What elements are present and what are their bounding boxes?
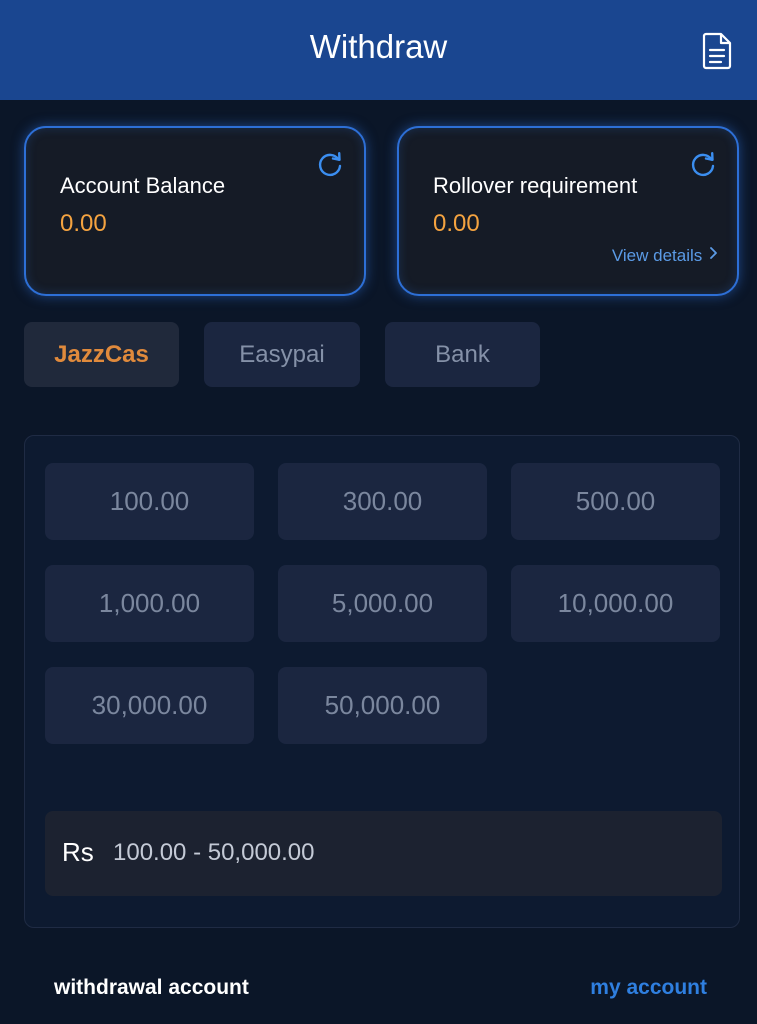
view-details-label: View details bbox=[611, 246, 703, 265]
view-details-link[interactable]: View details bbox=[612, 246, 719, 266]
tab-jazzcash[interactable]: JazzCas bbox=[24, 322, 179, 387]
amount-option-30000[interactable]: 30,000.00 bbox=[45, 667, 254, 744]
amount-option-300[interactable]: 300.00 bbox=[278, 463, 487, 540]
my-account-link[interactable]: my account bbox=[590, 976, 707, 1000]
document-icon[interactable] bbox=[701, 32, 733, 70]
header-bar: Withdraw bbox=[0, 0, 757, 100]
amount-panel: 100.00 300.00 500.00 1,000.00 5,000.00 1… bbox=[24, 435, 740, 928]
amount-option-100[interactable]: 100.00 bbox=[45, 463, 254, 540]
currency-label: Rs bbox=[62, 837, 94, 867]
refresh-icon[interactable] bbox=[689, 150, 717, 178]
account-balance-card: Account Balance 0.00 bbox=[24, 126, 366, 296]
amount-option-10000[interactable]: 10,000.00 bbox=[511, 565, 720, 642]
tab-bank[interactable]: Bank bbox=[385, 322, 540, 387]
withdrawal-account-label: withdrawal account bbox=[54, 976, 249, 999]
page-title: Withdraw bbox=[309, 28, 448, 65]
chevron-right-icon bbox=[710, 247, 717, 259]
rollover-label: Rollover requirement bbox=[433, 173, 638, 198]
amount-input-box: Rs bbox=[45, 811, 722, 896]
rollover-card: Rollover requirement 0.00 View details bbox=[397, 126, 739, 296]
account-balance-label: Account Balance bbox=[60, 173, 226, 198]
rollover-value: 0.00 bbox=[433, 210, 480, 237]
amount-option-5000[interactable]: 5,000.00 bbox=[278, 565, 487, 642]
tab-easypaisa[interactable]: Easypai bbox=[204, 322, 360, 387]
amount-input[interactable] bbox=[113, 833, 693, 873]
amount-option-1000[interactable]: 1,000.00 bbox=[45, 565, 254, 642]
account-balance-value: 0.00 bbox=[60, 210, 107, 237]
refresh-icon[interactable] bbox=[316, 150, 344, 178]
amount-option-50000[interactable]: 50,000.00 bbox=[278, 667, 487, 744]
amount-option-500[interactable]: 500.00 bbox=[511, 463, 720, 540]
